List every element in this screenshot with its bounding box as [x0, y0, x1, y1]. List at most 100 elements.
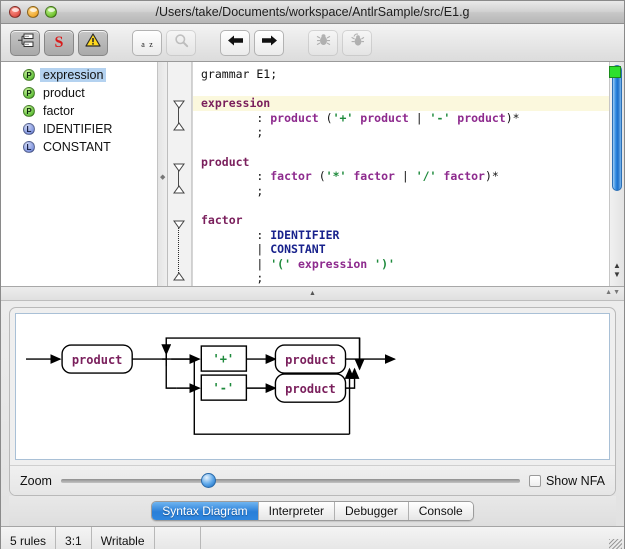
scrollbar-arrows[interactable]: ▲ ▼	[610, 256, 624, 286]
toolbar-group-find: a z	[132, 30, 196, 56]
structure-icon	[17, 33, 34, 53]
show-nfa-label: Show NFA	[546, 474, 605, 488]
diagram-node-minus-literal: '-'	[201, 375, 246, 400]
code-line: | CONSTANT	[201, 242, 609, 257]
svg-text:'-': '-'	[212, 381, 234, 395]
parser-rule-icon: P	[23, 105, 35, 117]
code-line: product	[201, 155, 609, 170]
tab-syntax-diagram[interactable]: Syntax Diagram	[152, 502, 258, 520]
back-button[interactable]	[220, 30, 250, 56]
vertical-splitter[interactable]: ◆	[158, 62, 168, 286]
fold-marker-expression-open[interactable]	[173, 100, 185, 109]
scroll-down-icon[interactable]: ▼	[613, 271, 621, 279]
find-button[interactable]	[166, 30, 196, 56]
warnings-button[interactable]	[78, 30, 108, 56]
horizontal-splitter[interactable]: ▲ ▲▼	[1, 287, 624, 301]
fold-marker-factor-open[interactable]	[173, 220, 185, 229]
tab-interpreter[interactable]: Interpreter	[259, 502, 335, 520]
rule-item-identifier[interactable]: L IDENTIFIER	[1, 120, 157, 138]
status-bar: 5 rules 3:1 Writable	[1, 526, 624, 549]
debug-remote-button[interactable]	[342, 30, 372, 56]
grammar-structure-button[interactable]	[10, 30, 40, 56]
code-text-area[interactable]: grammar E1; expression : product ('+' pr…	[192, 62, 609, 286]
red-s-icon: S	[55, 34, 64, 52]
sort-button[interactable]: a z	[132, 30, 162, 56]
arrow-left-icon	[227, 34, 244, 52]
code-token-plain: :	[201, 169, 270, 183]
slider-track[interactable]	[61, 479, 520, 483]
code-line: expression	[193, 96, 609, 111]
splitter-collapse-icons[interactable]: ▲▼	[605, 289, 621, 296]
zoom-slider[interactable]	[61, 473, 520, 489]
code-token-ref: factor	[270, 169, 312, 183]
code-token-lit: '/'	[416, 169, 437, 183]
diagram-node-product-minus: product	[275, 374, 345, 402]
tab-debugger[interactable]: Debugger	[335, 502, 409, 520]
arrow-right-icon	[261, 34, 278, 52]
code-token-plain: |	[409, 111, 430, 125]
code-token-plain: (	[312, 169, 326, 183]
syntax-diagram-panel: product '+' '-'	[9, 307, 616, 496]
code-token-plain: ;	[201, 125, 263, 139]
rule-label: CONSTANT	[40, 140, 114, 154]
zoom-label: Zoom	[20, 474, 52, 488]
diagram-node-product-plus: product	[275, 345, 345, 373]
diagram-node-plus-literal: '+'	[201, 346, 246, 371]
zoom-toolbar: Zoom Show NFA	[10, 465, 615, 495]
slider-knob[interactable]	[201, 473, 216, 488]
scrollbar-thumb[interactable]	[612, 65, 622, 191]
parser-rule-icon: P	[23, 87, 35, 99]
code-line	[201, 198, 609, 213]
status-caret-position: 3:1	[56, 527, 92, 549]
checkbox-box[interactable]	[529, 475, 541, 487]
code-token-rule: expression	[201, 96, 270, 110]
rules-list[interactable]: P expression P product P factor L IDENTI…	[1, 62, 158, 286]
segmented-tabs: Syntax Diagram Interpreter Debugger Cons…	[151, 501, 473, 521]
forward-button[interactable]	[254, 30, 284, 56]
code-token-ref: factor	[353, 169, 395, 183]
code-token-plain: :	[201, 228, 270, 242]
code-token-plain: :	[201, 111, 270, 125]
status-empty-cell-2	[201, 527, 624, 549]
show-nfa-checkbox[interactable]: Show NFA	[529, 474, 605, 488]
fold-marker-expression-close[interactable]	[173, 122, 185, 131]
lexer-rule-icon: L	[23, 123, 35, 135]
code-line: ;	[201, 271, 609, 286]
diagram-node-product-first: product	[62, 345, 132, 373]
code-token-plain: (	[319, 111, 333, 125]
code-line: ;	[201, 125, 609, 140]
fold-marker-product-open[interactable]	[173, 163, 185, 172]
status-empty-cell-1	[155, 527, 201, 549]
toolbar-group-main: S	[10, 30, 108, 56]
code-token-tok: IDENTIFIER	[270, 228, 339, 242]
code-line: factor	[201, 213, 609, 228]
editor-vertical-scrollbar[interactable]: ▲ ▼	[609, 62, 624, 286]
code-token-plain: )*	[485, 169, 499, 183]
syntax-diagram-canvas[interactable]: product '+' '-'	[15, 313, 610, 460]
fold-connector-dotted	[178, 226, 179, 277]
resize-grip-icon[interactable]	[609, 539, 622, 549]
code-token-rule: product	[201, 155, 249, 169]
rule-item-factor[interactable]: P factor	[1, 102, 157, 120]
code-token-plain	[291, 257, 298, 271]
code-token-plain: grammar E1;	[201, 67, 277, 81]
rule-item-constant[interactable]: L CONSTANT	[1, 138, 157, 156]
fold-marker-factor-close[interactable]	[173, 272, 185, 281]
fold-marker-product-close[interactable]	[173, 185, 185, 194]
rule-item-expression[interactable]: P expression	[1, 66, 157, 84]
diagram-canvas-wrap: product '+' '-'	[10, 308, 615, 465]
rule-item-product[interactable]: P product	[1, 84, 157, 102]
tab-console[interactable]: Console	[409, 502, 473, 520]
a-z-sort-icon: a z	[141, 34, 153, 52]
toolbar: S a z	[1, 24, 624, 62]
scrollbar-track[interactable]	[610, 62, 624, 256]
code-editor[interactable]: grammar E1; expression : product ('+' pr…	[168, 62, 624, 286]
title-bar: /Users/take/Documents/workspace/AntlrSam…	[1, 1, 624, 24]
code-token-ref: product	[270, 111, 318, 125]
editor-gutter[interactable]	[168, 62, 192, 286]
syntax-check-button[interactable]: S	[44, 30, 74, 56]
debug-button[interactable]	[308, 30, 338, 56]
svg-text:product: product	[72, 353, 123, 367]
scroll-up-icon[interactable]: ▲	[613, 262, 621, 270]
code-token-ref: product	[457, 111, 505, 125]
